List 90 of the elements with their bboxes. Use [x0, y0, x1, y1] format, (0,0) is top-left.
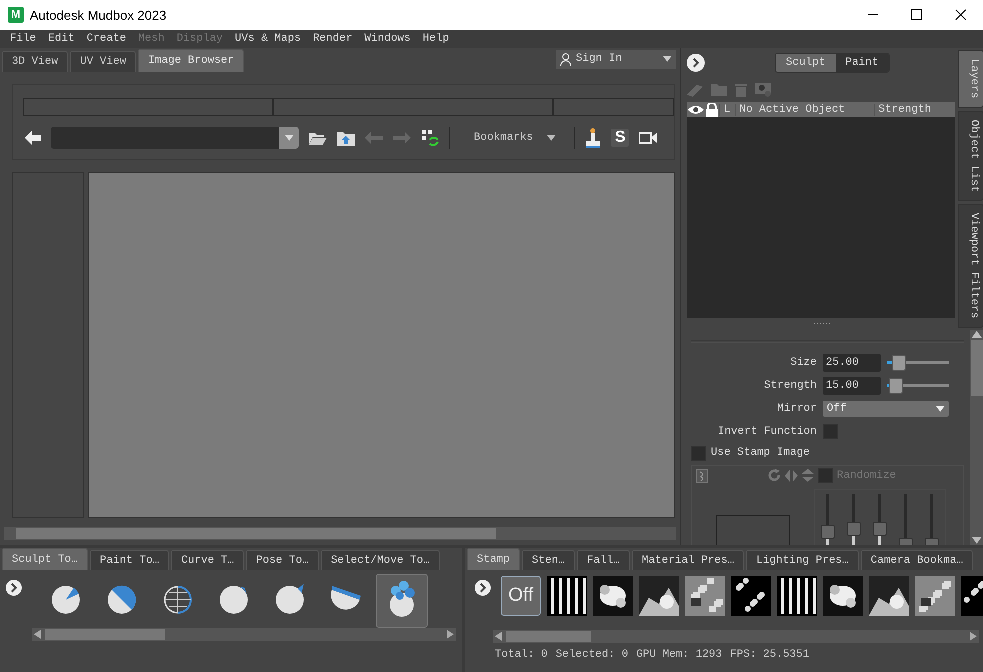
- menu-item[interactable]: Edit: [42, 33, 81, 45]
- tray-tab[interactable]: Fall…: [577, 550, 630, 570]
- expand-icon[interactable]: [687, 54, 705, 72]
- close-icon[interactable]: [955, 9, 967, 21]
- stamp-off-button[interactable]: Off: [501, 576, 541, 616]
- tool-button[interactable]: [376, 574, 428, 628]
- scroll-thumb[interactable]: [971, 340, 983, 396]
- checkbox[interactable]: [823, 424, 838, 439]
- swap-icon[interactable]: [696, 468, 708, 482]
- checkbox-label: Use Stamp Image: [711, 447, 810, 459]
- status-text: FPS: 25.5351: [730, 649, 810, 661]
- status-text: GPU Mem: 1293: [636, 649, 722, 661]
- scroll-thumb[interactable]: [45, 629, 165, 640]
- scroll-right-icon[interactable]: [970, 632, 977, 641]
- column-header: Strength: [874, 104, 936, 116]
- back-arrow-icon[interactable]: [25, 131, 41, 145]
- eye-icon[interactable]: [687, 104, 705, 116]
- window-title: Autodesk Mudbox 2023: [30, 8, 167, 22]
- expand-icon[interactable]: [6, 580, 22, 596]
- expand-icon[interactable]: [475, 580, 491, 596]
- tray-tab[interactable]: Camera Bookma…: [860, 550, 974, 570]
- menu-item[interactable]: File: [4, 33, 42, 45]
- flip-horizontal-icon[interactable]: [785, 470, 798, 482]
- tray-tab[interactable]: Select/Move To…: [321, 550, 440, 570]
- menu-item[interactable]: Render: [307, 33, 359, 45]
- checkbox[interactable]: [691, 446, 706, 460]
- app-logo: M: [8, 7, 24, 23]
- scroll-left-icon[interactable]: [495, 632, 502, 641]
- scroll-thumb[interactable]: [16, 528, 496, 539]
- path-field[interactable]: [51, 127, 299, 149]
- tray-tab[interactable]: Stamp: [467, 548, 520, 570]
- scroll-left-icon[interactable]: [34, 630, 41, 639]
- caret-icon: [284, 135, 294, 141]
- scroll-thumb[interactable]: [506, 631, 591, 642]
- tray-tab[interactable]: Material Pres…: [632, 550, 744, 570]
- horizontal-scrollbar[interactable]: [493, 630, 979, 643]
- sign-in-dropdown[interactable]: Sign In: [556, 50, 676, 68]
- caret-icon: [547, 135, 556, 141]
- tray-tab[interactable]: Paint To…: [90, 550, 170, 570]
- column-header: L: [719, 104, 735, 116]
- stamp-icon[interactable]: [585, 128, 602, 148]
- tray-tab[interactable]: Lighting Pres…: [746, 550, 859, 570]
- maximize-icon[interactable]: [911, 9, 923, 21]
- side-tab[interactable]: Viewport Filters: [958, 204, 983, 328]
- menu-item[interactable]: Help: [416, 33, 456, 45]
- folder-open-icon[interactable]: [309, 131, 327, 145]
- horizontal-scrollbar[interactable]: [32, 628, 456, 641]
- bookmarks-dropdown[interactable]: Bookmarks: [460, 128, 564, 148]
- side-tab[interactable]: Layers: [958, 50, 983, 108]
- refresh-icon[interactable]: [421, 129, 439, 147]
- caret-icon: [936, 406, 945, 412]
- mode-tab[interactable]: Sculpt: [776, 54, 836, 72]
- scroll-down-icon[interactable]: [972, 537, 982, 545]
- vertical-scrollbar[interactable]: [970, 330, 983, 545]
- slider[interactable]: [887, 378, 949, 394]
- property-label: Strength: [763, 380, 817, 392]
- scroll-up-icon[interactable]: [972, 330, 982, 338]
- column-header: No Active Object: [734, 104, 874, 116]
- view-tab[interactable]: UV View: [70, 51, 136, 72]
- user-icon: [560, 52, 572, 66]
- mirror-dropdown[interactable]: Off: [823, 400, 949, 416]
- stencil-button[interactable]: S: [611, 129, 630, 147]
- slider[interactable]: [887, 354, 949, 370]
- mode-tab[interactable]: Paint: [836, 54, 889, 72]
- folder-upload-icon[interactable]: [337, 130, 355, 146]
- property-label: Invert Function: [716, 426, 817, 438]
- scroll-right-icon[interactable]: [447, 630, 454, 639]
- side-tab[interactable]: Object List: [958, 110, 983, 202]
- menu-item[interactable]: Create: [80, 33, 132, 45]
- status-text: Selected: 0: [556, 649, 628, 661]
- property-label: Mirror: [776, 402, 817, 414]
- status-text: Total: 0: [495, 649, 548, 661]
- view-tab[interactable]: Image Browser: [138, 49, 244, 72]
- camera-icon[interactable]: [639, 132, 658, 144]
- tray-tab[interactable]: Curve T…: [171, 550, 244, 570]
- tray-tab[interactable]: Pose To…: [246, 550, 320, 570]
- menu-item[interactable]: UVs & Maps: [229, 33, 308, 45]
- horizontal-scrollbar[interactable]: [4, 527, 676, 540]
- property-label: Size: [790, 356, 817, 368]
- lock-icon[interactable]: [705, 102, 719, 116]
- tray-tab[interactable]: Sten…: [522, 550, 576, 570]
- number-field[interactable]: 25.00: [823, 354, 881, 372]
- flip-vertical-icon[interactable]: [802, 469, 814, 482]
- view-tab[interactable]: 3D View: [2, 51, 68, 72]
- image-icon[interactable]: [755, 83, 771, 97]
- number-field[interactable]: 15.00: [823, 376, 881, 394]
- menu-item[interactable]: Windows: [358, 33, 417, 45]
- tray-tab[interactable]: Sculpt To…: [2, 548, 88, 570]
- caret-icon: [663, 56, 672, 62]
- rotate-icon[interactable]: [768, 469, 781, 482]
